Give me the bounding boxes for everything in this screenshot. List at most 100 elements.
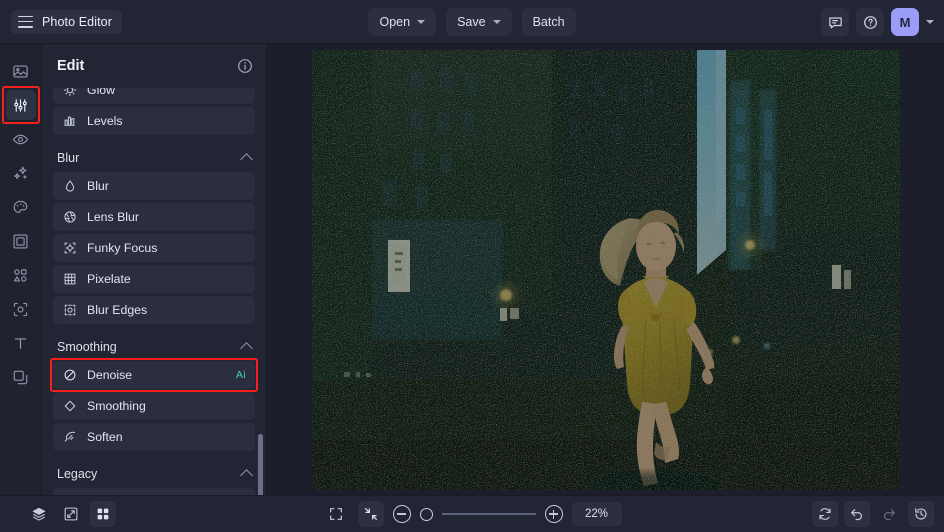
top-center-tools: Open Save Batch xyxy=(0,0,944,44)
bottom-center-tools: 22% xyxy=(0,501,944,527)
chevron-down-icon xyxy=(417,20,425,24)
redo-button[interactable] xyxy=(876,501,902,527)
list-item-pixelate[interactable]: Pixelate xyxy=(53,265,255,293)
save-label: Save xyxy=(457,15,486,29)
chevron-up-icon xyxy=(240,469,253,482)
rail-item-image-tool[interactable] xyxy=(6,56,36,86)
canvas-area[interactable] xyxy=(267,44,944,495)
list-item-smoothing[interactable]: Smoothing xyxy=(53,392,255,420)
zoom-in-button[interactable] xyxy=(545,505,563,523)
top-right-tools: M xyxy=(821,0,934,44)
rail-item-retouch-tool[interactable] xyxy=(6,124,36,154)
list-item-label: Pixelate xyxy=(87,272,131,286)
edited-photo xyxy=(312,50,900,490)
funky-focus-icon xyxy=(62,241,77,256)
undo-button[interactable] xyxy=(844,501,870,527)
grid-button[interactable] xyxy=(90,501,116,527)
hamburger-icon xyxy=(18,16,33,28)
list-item-label: Soften xyxy=(87,430,123,444)
app-menu-button[interactable]: Photo Editor xyxy=(11,10,122,34)
edit-panel-header: Edit xyxy=(42,44,266,88)
batch-button[interactable]: Batch xyxy=(522,8,576,36)
rail-item-adjust-tool[interactable] xyxy=(6,90,36,120)
rail-item-layers-tool[interactable] xyxy=(6,362,36,392)
open-label: Open xyxy=(379,15,410,29)
rail-item-effects-tool[interactable] xyxy=(6,158,36,188)
fit-screen-button[interactable] xyxy=(358,501,384,527)
tool-rail xyxy=(0,44,42,495)
list-item-levels[interactable]: Levels xyxy=(53,107,255,135)
collapse-icon xyxy=(363,506,379,522)
rail-item-frame-tool[interactable] xyxy=(6,226,36,256)
user-avatar[interactable]: M xyxy=(891,8,919,36)
undo-icon xyxy=(849,506,865,522)
plus-glyph-v xyxy=(553,510,555,519)
palette-icon xyxy=(12,199,29,216)
feedback-button[interactable] xyxy=(821,8,849,36)
grid-icon xyxy=(62,272,77,287)
zoom-level-value[interactable]: 22% xyxy=(572,502,622,526)
list-item-lens-blur[interactable]: Lens Blur xyxy=(53,203,255,231)
bottom-right-tools xyxy=(812,501,934,527)
list-item-blur-edges[interactable]: Blur Edges xyxy=(53,296,255,324)
edit-panel: Edit xyxy=(42,44,267,495)
compare-button[interactable] xyxy=(58,501,84,527)
group-header-blur[interactable]: Blur xyxy=(53,138,255,172)
redo-icon xyxy=(881,506,897,522)
list-item-funky-focus[interactable]: Funky Focus xyxy=(53,234,255,262)
layers-stack-icon xyxy=(31,506,47,522)
sparkles-icon xyxy=(12,165,29,182)
expand-icon xyxy=(328,506,344,522)
save-button[interactable]: Save xyxy=(446,8,512,36)
open-button[interactable]: Open xyxy=(368,8,436,36)
panel-scrollbar-thumb[interactable] xyxy=(258,434,263,495)
group-header-smoothing[interactable]: Smoothing xyxy=(53,327,255,361)
list-item-label: Lens Blur xyxy=(87,210,139,224)
ai-badge: Ai xyxy=(236,369,246,381)
group-title: Smoothing xyxy=(57,340,117,354)
group-title: Blur xyxy=(57,151,79,165)
edit-panel-scroll-area[interactable]: Glow Levels xyxy=(42,88,266,495)
list-item-soften[interactable]: Soften xyxy=(53,423,255,451)
fullscreen-button[interactable] xyxy=(323,501,349,527)
shapes-icon xyxy=(12,267,29,284)
zoom-out-button[interactable] xyxy=(393,505,411,523)
help-button[interactable] xyxy=(856,8,884,36)
zoom-slider-track[interactable] xyxy=(442,513,536,515)
group-header-legacy[interactable]: Legacy xyxy=(53,454,255,488)
list-item-glow[interactable]: Glow xyxy=(53,88,255,104)
grid-4-icon xyxy=(95,506,111,522)
chevron-up-icon xyxy=(240,342,253,355)
rail-item-text-tool[interactable] xyxy=(6,328,36,358)
rail-item-focus-tool[interactable] xyxy=(6,294,36,324)
reset-button[interactable] xyxy=(812,501,838,527)
list-item-label: Blur Edges xyxy=(87,303,147,317)
group-title: Legacy xyxy=(57,467,97,481)
list-item-denoise[interactable]: Denoise Ai xyxy=(53,361,255,389)
text-icon xyxy=(12,335,29,352)
app-title: Photo Editor xyxy=(42,15,112,29)
list-item-label: Denoise xyxy=(87,368,132,382)
droplet-icon xyxy=(62,179,77,194)
list-item-label: Funky Focus xyxy=(87,241,157,255)
layers-stack-icon xyxy=(12,369,29,386)
histogram-icon xyxy=(62,114,77,129)
rail-item-color-tool[interactable] xyxy=(6,192,36,222)
focus-icon xyxy=(12,301,29,318)
layers-button[interactable] xyxy=(26,501,52,527)
history-button[interactable] xyxy=(908,501,934,527)
info-circle-icon[interactable] xyxy=(237,58,253,74)
list-item-blur[interactable]: Blur xyxy=(53,172,255,200)
top-toolbar: Photo Editor Open Save Batch xyxy=(0,0,944,44)
image-icon xyxy=(12,63,29,80)
account-chevron-down-icon[interactable] xyxy=(926,20,934,24)
zoom-slider[interactable] xyxy=(420,508,536,521)
list-item-background-fill[interactable]: Background (Fill) xyxy=(53,488,255,495)
diamond-icon xyxy=(62,399,77,414)
chat-bubble-icon xyxy=(828,15,843,30)
compare-icon xyxy=(63,506,79,522)
photo-canvas[interactable] xyxy=(312,50,900,490)
rail-item-shapes-tool[interactable] xyxy=(6,260,36,290)
zoom-slider-handle[interactable] xyxy=(420,508,433,521)
list-item-label: Glow xyxy=(87,88,115,97)
